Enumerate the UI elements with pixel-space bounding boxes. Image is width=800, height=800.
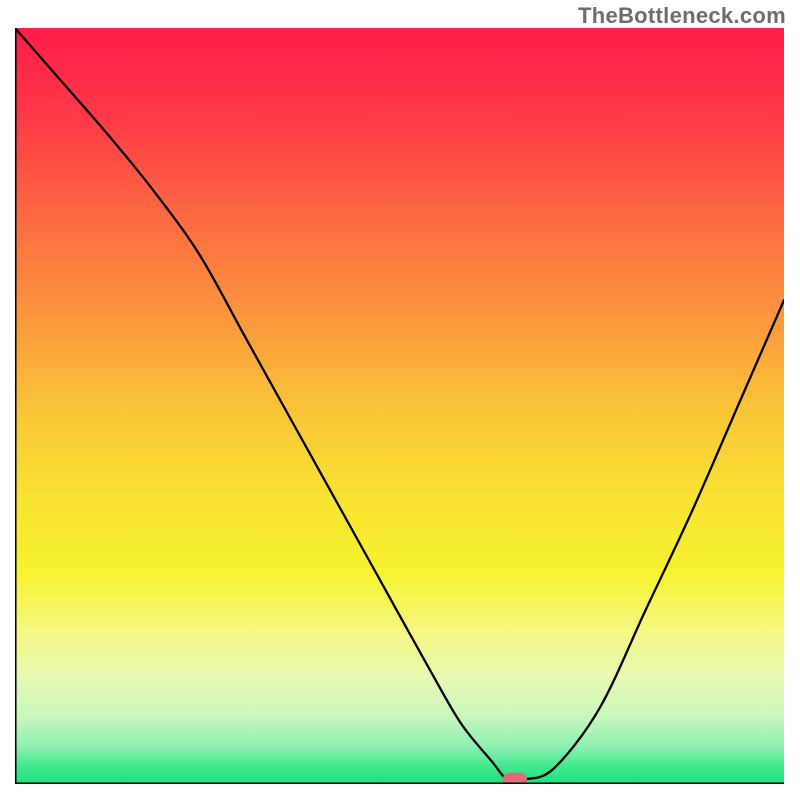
watermark-text: TheBottleneck.com [578, 3, 786, 29]
valley-marker [503, 773, 528, 784]
stage: TheBottleneck.com [0, 0, 800, 800]
plot-background [15, 28, 784, 784]
bottleneck-plot [15, 28, 784, 784]
plot-svg [15, 28, 784, 784]
